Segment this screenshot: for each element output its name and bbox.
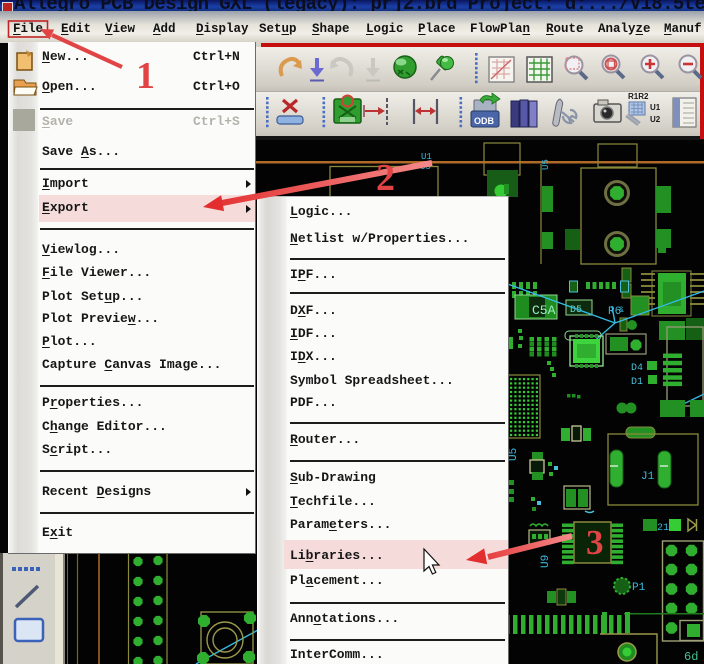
svg-text:3: 3 — [586, 523, 604, 562]
svg-text:2: 2 — [376, 157, 395, 199]
svg-text:1: 1 — [136, 55, 155, 97]
